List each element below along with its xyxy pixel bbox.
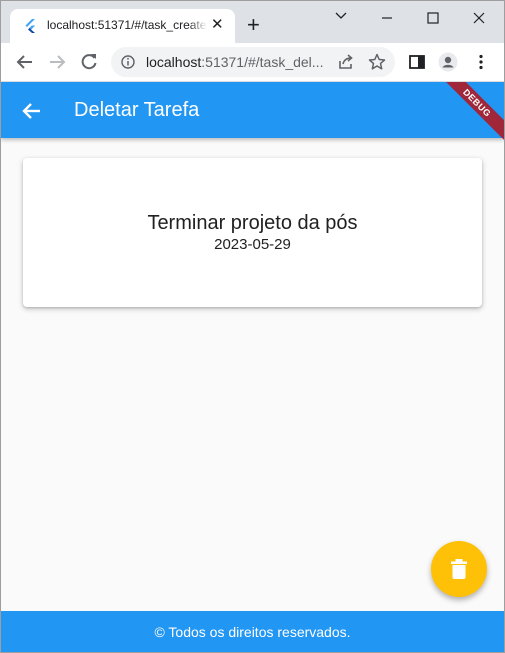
side-panel-icon[interactable] <box>407 52 427 72</box>
minimize-icon[interactable] <box>364 5 410 31</box>
menu-kebab-icon[interactable] <box>471 52 491 72</box>
close-icon[interactable]: ✕ <box>211 16 224 34</box>
footer-text: © Todos os direitos reservados. <box>154 624 351 640</box>
forward-arrow-icon[interactable] <box>47 52 67 72</box>
url-host: localhost <box>146 54 202 70</box>
url-path: :51371/#/task_del... <box>201 54 324 70</box>
flutter-icon <box>25 19 35 33</box>
info-icon[interactable] <box>121 55 135 69</box>
bookmark-star-icon[interactable] <box>367 52 387 72</box>
delete-button[interactable] <box>431 541 487 597</box>
tab-search-icon[interactable] <box>318 5 364 31</box>
url-text[interactable]: localhost:51371/#/task_del... <box>146 54 323 70</box>
browser-toolbar: localhost:51371/#/task_del... <box>1 43 504 82</box>
profile-avatar-icon[interactable] <box>438 52 458 72</box>
share-icon[interactable] <box>336 52 356 72</box>
back-arrow-icon[interactable] <box>21 100 43 122</box>
browser-tab[interactable]: localhost:51371/#/task_create ✕ <box>10 9 235 43</box>
reload-icon[interactable] <box>79 52 99 72</box>
new-tab-icon[interactable]: + <box>247 14 260 36</box>
trash-icon <box>451 559 467 579</box>
back-arrow-icon[interactable] <box>15 52 35 72</box>
debug-banner: DEBUG <box>433 82 504 147</box>
page-title: Deletar Tarefa <box>74 99 200 121</box>
footer: © Todos os direitos reservados. <box>1 611 504 652</box>
task-name: Terminar projeto da pós <box>147 212 358 234</box>
browser-window: localhost:51371/#/task_create ✕ + localh… <box>0 0 505 653</box>
window-close-icon[interactable] <box>456 5 502 31</box>
task-card[interactable]: Terminar projeto da pós 2023-05-29 <box>23 158 482 307</box>
app-viewport: Deletar Tarefa DEBUG Terminar projeto da… <box>1 82 504 652</box>
tab-strip: localhost:51371/#/task_create ✕ + <box>1 1 504 43</box>
maximize-icon[interactable] <box>410 5 456 31</box>
task-date: 2023-05-29 <box>214 236 291 253</box>
tab-title: localhost:51371/#/task_create <box>47 18 207 32</box>
app-bar: Deletar Tarefa DEBUG <box>1 82 504 147</box>
